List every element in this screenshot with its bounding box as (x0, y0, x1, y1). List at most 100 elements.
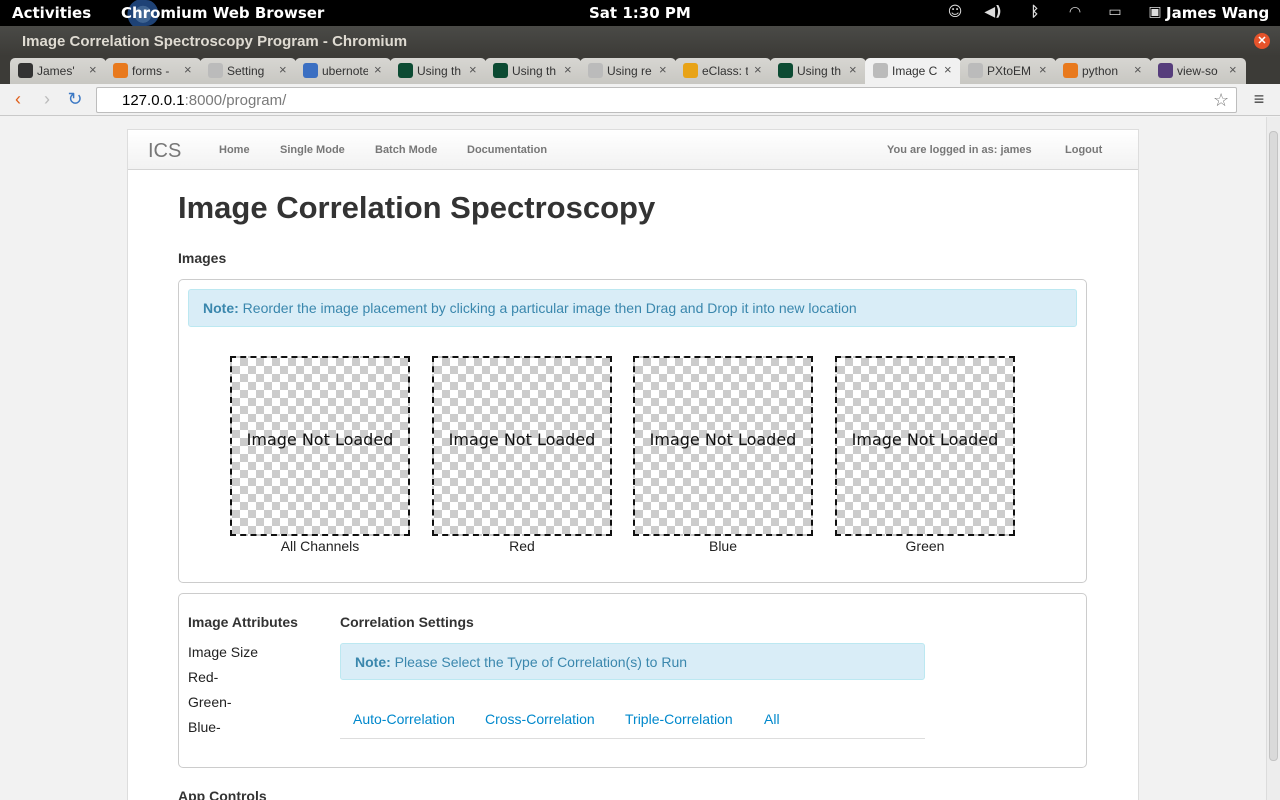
close-tab-icon[interactable]: × (659, 62, 667, 77)
nav-home[interactable]: Home (219, 144, 250, 156)
image-placeholder-text: Image Not Loaded (851, 430, 999, 449)
app-menu[interactable]: Chromium Web Browser (121, 4, 324, 22)
accessibility-icon[interactable]: ☺ (946, 4, 964, 22)
reorder-note: Note: Reorder the image placement by cli… (188, 289, 1077, 327)
close-tab-icon[interactable]: × (1134, 62, 1142, 77)
user-icon[interactable]: ▣ (1146, 4, 1164, 22)
attr-blue: Blue- (188, 719, 221, 735)
volume-icon[interactable]: ◀) (984, 4, 1002, 22)
browser-tab[interactable]: Image C × (865, 58, 961, 84)
page-icon (873, 63, 888, 78)
nav-batch-mode[interactable]: Batch Mode (375, 144, 437, 156)
close-tab-icon[interactable]: × (469, 62, 477, 77)
tab-label: Image C (892, 64, 938, 78)
close-tab-icon[interactable]: × (184, 62, 192, 77)
browser-tab[interactable]: Using th × (390, 58, 486, 84)
app-controls-label: App Controls (178, 788, 267, 800)
browser-tab[interactable]: Using re × (580, 58, 676, 84)
stackoverflow-icon (113, 63, 128, 78)
image-slot-green[interactable]: Image Not Loaded (835, 356, 1015, 536)
shield-icon (303, 63, 318, 78)
reload-icon[interactable]: ↻ (65, 89, 85, 109)
browser-tab[interactable]: python × (1055, 58, 1151, 84)
attr-red: Red- (188, 669, 219, 685)
correlation-note: Note: Please Select the Type of Correlat… (340, 643, 925, 680)
browser-tab[interactable]: view-so × (1150, 58, 1246, 84)
caption-blue: Blue (708, 538, 738, 554)
address-url: 127.0.0.1:8000/program/ (122, 92, 287, 109)
tab-label: view-so (1177, 64, 1218, 78)
caption-all-channels: All Channels (280, 538, 360, 554)
close-tab-icon[interactable]: × (1229, 62, 1237, 77)
close-tab-icon[interactable]: × (374, 62, 382, 77)
tab-triple-correlation[interactable]: Triple-Correlation (625, 711, 733, 727)
user-menu[interactable]: James Wang (1166, 4, 1269, 22)
browser-tab[interactable]: Using th × (485, 58, 581, 84)
browser-tab[interactable]: eClass: t × (675, 58, 771, 84)
correlation-settings-title: Correlation Settings (340, 614, 474, 630)
browser-tab[interactable]: Setting × (200, 58, 296, 84)
menu-icon[interactable]: ≡ (1249, 89, 1269, 109)
tab-label: Using re (607, 64, 652, 78)
address-bar[interactable]: 127.0.0.1:8000/program/ ☆ (96, 87, 1237, 113)
github-icon (18, 63, 33, 78)
image-slot-all-channels[interactable]: Image Not Loaded (230, 356, 410, 536)
tab-label: Using th (512, 64, 557, 78)
back-icon[interactable]: ‹ (8, 89, 28, 109)
eclass-icon (683, 63, 698, 78)
browser-tab[interactable]: ubernote × (295, 58, 391, 84)
activities-button[interactable]: Activities (12, 4, 91, 22)
close-tab-icon[interactable]: × (564, 62, 572, 77)
tab-label: Setting (227, 64, 265, 78)
caption-green: Green (905, 538, 945, 554)
page-scrollbar[interactable] (1266, 117, 1280, 800)
browser-tab[interactable]: forms - × (105, 58, 201, 84)
close-tab-icon[interactable]: × (89, 62, 97, 77)
close-tab-icon[interactable]: × (754, 62, 762, 77)
browser-tab[interactable]: James' × (10, 58, 106, 84)
close-tab-icon[interactable]: × (944, 62, 952, 77)
tab-cross-correlation[interactable]: Cross-Correlation (485, 711, 595, 727)
clock[interactable]: Sat 1:30 PM (589, 4, 691, 22)
forward-icon[interactable]: › (37, 89, 57, 109)
bluetooth-icon[interactable]: ᛒ (1026, 4, 1044, 22)
page-title: Image Correlation Spectroscopy (178, 190, 656, 225)
django-icon (493, 63, 508, 78)
tab-label: ubernote (322, 64, 368, 78)
system-top-bar: Activities Chromium Web Browser Sat 1:30… (0, 0, 1280, 26)
page-icon (588, 63, 603, 78)
django-icon (398, 63, 413, 78)
page-viewport: ICS Home Single Mode Batch Mode Document… (0, 117, 1266, 800)
tab-auto-correlation[interactable]: Auto-Correlation (353, 711, 455, 727)
tab-all[interactable]: All (764, 711, 780, 727)
close-tab-icon[interactable]: × (279, 62, 287, 77)
nav-single-mode[interactable]: Single Mode (280, 144, 345, 156)
django-icon (778, 63, 793, 78)
tab-label: James' (37, 64, 75, 78)
battery-icon[interactable]: ▭ (1106, 4, 1124, 22)
settings-panel: Image Attributes Image Size Red- Green- … (178, 593, 1087, 768)
page-container: ICS Home Single Mode Batch Mode Document… (127, 129, 1139, 800)
bookmark-star-icon[interactable]: ☆ (1213, 90, 1229, 111)
brand-link[interactable]: ICS (148, 140, 181, 163)
nav-documentation[interactable]: Documentation (467, 144, 547, 156)
images-panel: Note: Reorder the image placement by cli… (178, 279, 1087, 583)
caption-red: Red (509, 538, 535, 554)
tab-label: Using th (417, 64, 462, 78)
browser-tab[interactable]: PXtoEM × (960, 58, 1056, 84)
tab-label: eClass: t (702, 64, 748, 78)
tab-label: python (1082, 64, 1119, 78)
tab-label: PXtoEM (987, 64, 1032, 78)
image-slot-blue[interactable]: Image Not Loaded (633, 356, 813, 536)
image-slot-red[interactable]: Image Not Loaded (432, 356, 612, 536)
close-tab-icon[interactable]: × (849, 62, 857, 77)
close-tab-icon[interactable]: × (1039, 62, 1047, 77)
image-placeholder-text: Image Not Loaded (448, 430, 596, 449)
close-window-icon[interactable]: ✕ (1254, 33, 1270, 49)
page-icon (968, 63, 983, 78)
logout-link[interactable]: Logout (1065, 144, 1102, 156)
scrollbar-thumb[interactable] (1269, 131, 1278, 761)
browser-tab[interactable]: Using th × (770, 58, 866, 84)
stackoverflow-icon (1063, 63, 1078, 78)
wifi-icon[interactable]: ◠ (1066, 4, 1084, 22)
